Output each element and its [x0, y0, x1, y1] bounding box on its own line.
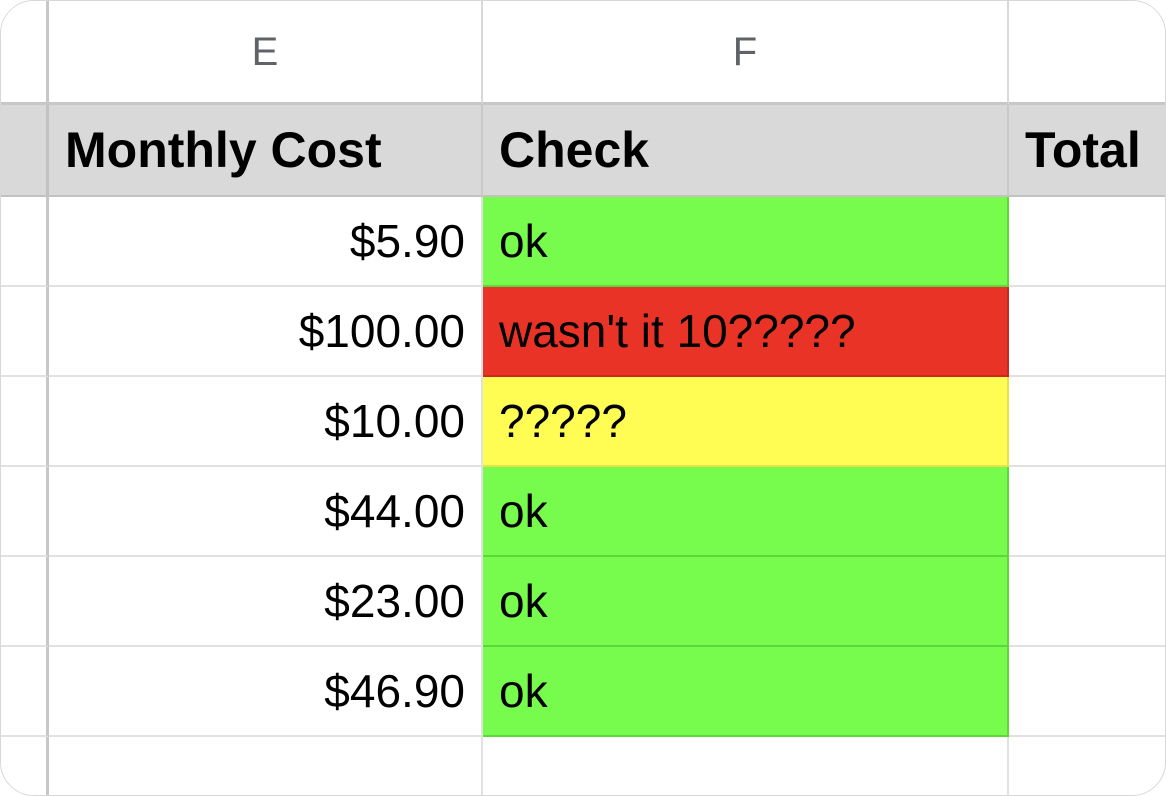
cell-cost[interactable]: $100.00: [49, 287, 483, 377]
cell-total[interactable]: [1009, 647, 1165, 737]
cell-cost[interactable]: $23.00: [49, 557, 483, 647]
cell-check[interactable]: ok: [483, 557, 1009, 647]
cell-check[interactable]: ?????: [483, 377, 1009, 467]
cell-check[interactable]: ok: [483, 647, 1009, 737]
select-all-corner[interactable]: [1, 1, 49, 105]
row-header[interactable]: [1, 105, 49, 197]
row-header[interactable]: [1, 647, 49, 737]
column-header-f[interactable]: F: [483, 1, 1009, 105]
cell-empty[interactable]: [483, 737, 1009, 795]
cell-total[interactable]: [1009, 377, 1165, 467]
cell-total[interactable]: [1009, 467, 1165, 557]
cell-check-header[interactable]: Check: [483, 105, 1009, 197]
row-header[interactable]: [1, 287, 49, 377]
cell-total[interactable]: [1009, 287, 1165, 377]
column-header-e[interactable]: E: [49, 1, 483, 105]
row-header[interactable]: [1, 467, 49, 557]
cell-cost[interactable]: $10.00: [49, 377, 483, 467]
cell-total-header[interactable]: Total: [1009, 105, 1165, 197]
cell-total[interactable]: [1009, 197, 1165, 287]
row-header[interactable]: [1, 737, 49, 795]
column-header-g[interactable]: [1009, 1, 1165, 105]
cell-monthly-cost-header[interactable]: Monthly Cost: [49, 105, 483, 197]
cell-cost[interactable]: $44.00: [49, 467, 483, 557]
cell-check[interactable]: ok: [483, 197, 1009, 287]
spreadsheet-grid: E F Monthly Cost Check Total $5.90 ok $1…: [0, 0, 1166, 796]
cell-check[interactable]: ok: [483, 467, 1009, 557]
row-header[interactable]: [1, 377, 49, 467]
row-header[interactable]: [1, 197, 49, 287]
cell-empty[interactable]: [49, 737, 483, 795]
cell-cost[interactable]: $5.90: [49, 197, 483, 287]
cell-empty[interactable]: [1009, 737, 1165, 795]
cell-total[interactable]: [1009, 557, 1165, 647]
cell-cost[interactable]: $46.90: [49, 647, 483, 737]
cell-check[interactable]: wasn't it 10?????: [483, 287, 1009, 377]
row-header[interactable]: [1, 557, 49, 647]
